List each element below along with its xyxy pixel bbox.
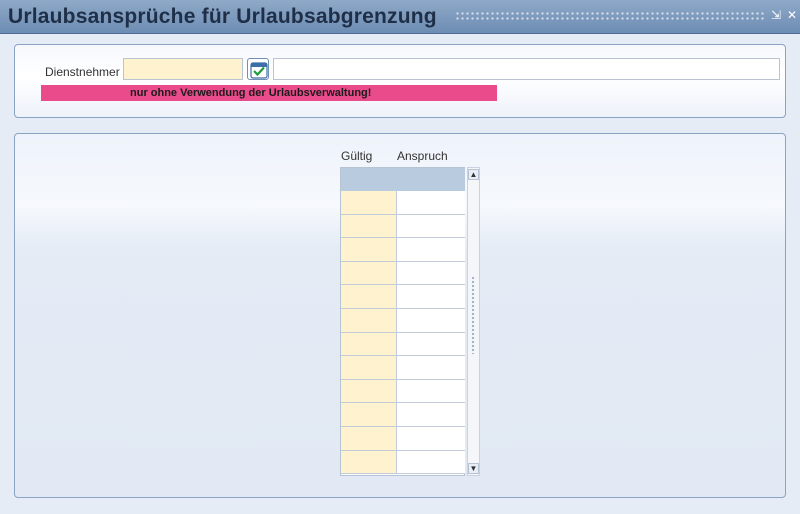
table-row [341, 356, 465, 380]
anspruch-cell[interactable] [397, 238, 465, 261]
anspruch-cell[interactable] [397, 356, 465, 379]
dienstnehmer-picker-button[interactable] [247, 58, 269, 80]
anspruch-cell[interactable] [397, 332, 465, 356]
table-row [341, 450, 465, 475]
gueltig-cell[interactable] [341, 356, 397, 379]
gueltig-cell[interactable] [341, 191, 397, 214]
gueltig-cell[interactable] [341, 214, 397, 238]
gueltig-cell[interactable] [341, 308, 397, 332]
table-header-band [341, 168, 465, 191]
scroll-up-icon[interactable]: ▲ [468, 169, 479, 180]
window-titlebar: Urlaubsansprüche für Urlaubsabgrenzung ⇲… [0, 0, 800, 34]
table-body [341, 191, 465, 475]
table-row [341, 238, 465, 262]
gueltig-cell[interactable] [341, 285, 397, 308]
gueltig-cell[interactable] [341, 426, 397, 450]
anspruch-cell[interactable] [397, 379, 465, 403]
gueltig-cell[interactable] [341, 403, 397, 426]
table-row [341, 261, 465, 286]
table-row [341, 214, 465, 239]
dienstnehmer-input[interactable] [123, 58, 243, 80]
window-title: Urlaubsansprüche für Urlaubsabgrenzung [8, 5, 437, 28]
scroll-thumb[interactable] [471, 276, 476, 354]
table-row [341, 403, 465, 427]
warning-text: nur ohne Verwendung der Urlaubsverwaltun… [130, 87, 372, 99]
titlebar-grip[interactable] [455, 11, 765, 21]
gueltig-cell[interactable] [341, 450, 397, 474]
calendar-check-icon [250, 62, 268, 79]
table-row [341, 426, 465, 451]
table-scrollbar[interactable]: ▲ ▼ [467, 167, 480, 476]
anspruch-cell[interactable] [397, 191, 465, 214]
anspruch-cell[interactable] [397, 403, 465, 426]
dienstnehmer-label: Dienstnehmer [45, 65, 120, 79]
gueltig-cell[interactable] [341, 332, 397, 356]
table-row [341, 379, 465, 404]
anspruch-cell[interactable] [397, 214, 465, 238]
dienstnehmer-name-field[interactable] [273, 58, 780, 80]
close-icon[interactable]: ✕ [786, 8, 798, 22]
column-header-anspruch: Anspruch [397, 149, 448, 163]
gueltig-cell[interactable] [341, 238, 397, 261]
table-row [341, 332, 465, 357]
scroll-down-icon[interactable]: ▼ [468, 463, 479, 474]
header-panel [14, 44, 786, 118]
anspruch-table [340, 167, 465, 476]
anspruch-cell[interactable] [397, 308, 465, 332]
anspruch-cell[interactable] [397, 285, 465, 308]
anspruch-cell[interactable] [397, 426, 465, 450]
table-row [341, 285, 465, 309]
table-row [341, 191, 465, 215]
anspruch-cell[interactable] [397, 450, 465, 474]
anspruch-cell[interactable] [397, 261, 465, 285]
gueltig-cell[interactable] [341, 379, 397, 403]
gueltig-cell[interactable] [341, 261, 397, 285]
minimize-icon[interactable]: ⇲ [770, 8, 782, 22]
column-header-gueltig: Gültig [341, 149, 373, 163]
table-row [341, 308, 465, 333]
